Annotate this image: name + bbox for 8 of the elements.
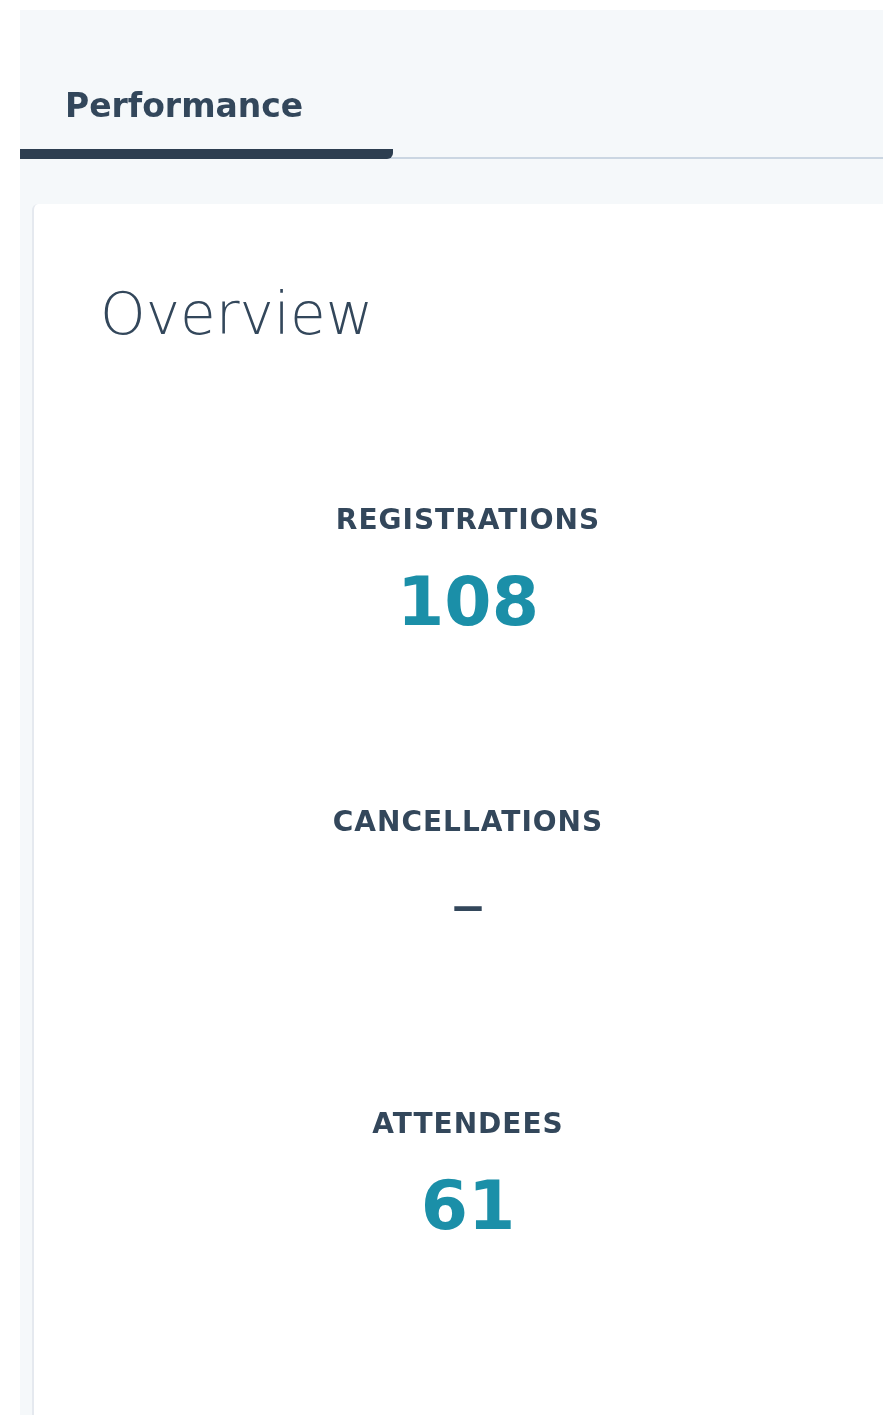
stat-label: REGISTRATIONS — [335, 502, 601, 538]
stat-label: ATTENDEES — [372, 1106, 564, 1142]
stat-value: 108 — [397, 561, 539, 643]
stat-value: 61 — [420, 1165, 516, 1247]
stat-label: CANCELLATIONS — [332, 804, 604, 840]
stat-value: – — [451, 863, 485, 945]
card-title: Overview — [100, 279, 375, 350]
tab[interactable]: Performance — [20, 10, 393, 159]
